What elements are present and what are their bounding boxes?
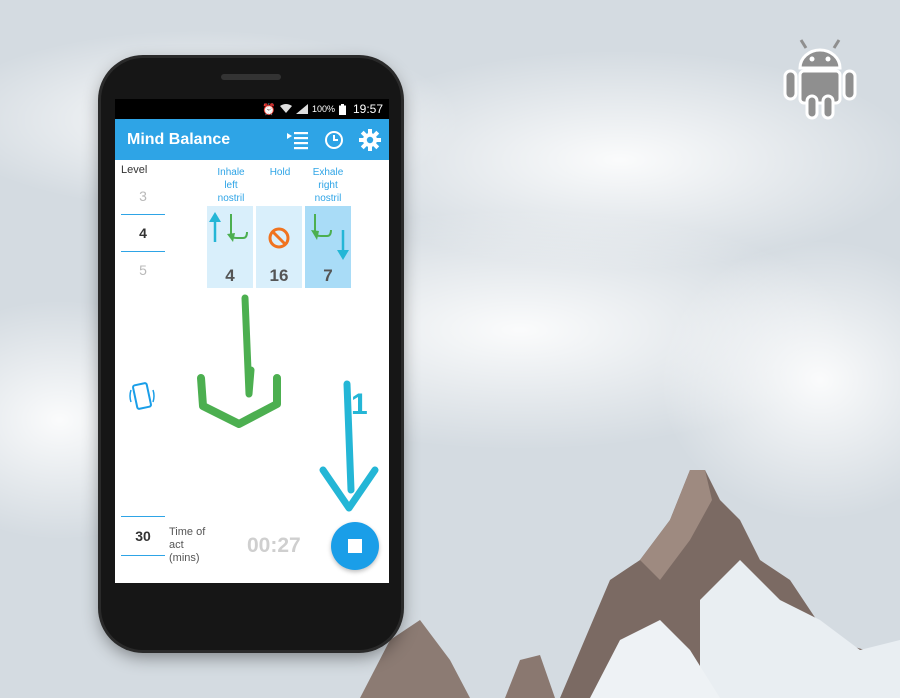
level-item[interactable]: 3 bbox=[121, 178, 165, 214]
phase-value-exhale: 7 bbox=[323, 266, 333, 285]
battery-icon bbox=[338, 103, 346, 115]
time-of-act-picker[interactable]: 30 bbox=[121, 502, 165, 570]
app-bar: Mind Balance bbox=[115, 119, 389, 160]
level-picker[interactable]: 3 4 5 bbox=[121, 178, 165, 288]
phase-box-hold: 16 bbox=[256, 206, 302, 288]
signal-icon bbox=[295, 104, 308, 114]
main-content: Level 3 4 5 Inhale left nostril Hold Exh… bbox=[115, 160, 389, 583]
phase-header-exhale: Exhale right nostril bbox=[312, 167, 344, 204]
phase-value-hold: 16 bbox=[269, 266, 289, 285]
annotation-step-number: 1 bbox=[351, 388, 368, 421]
no-entry-icon bbox=[268, 227, 290, 249]
level-item[interactable]: 5 bbox=[121, 252, 165, 288]
phase-header-inhale: Inhale left nostril bbox=[217, 167, 245, 204]
wifi-icon bbox=[279, 104, 292, 113]
time-wheel-ghost bbox=[121, 502, 165, 516]
phase-box-inhale: 4 bbox=[207, 206, 253, 288]
clock-icon[interactable] bbox=[323, 129, 345, 151]
time-of-act-selected[interactable]: 30 bbox=[121, 516, 165, 556]
level-label: Level bbox=[121, 164, 148, 176]
phone-frame: ⏰ 100% 19:57 Mind Balance Level 3 4 5 In… bbox=[101, 58, 401, 650]
green-arrow-annotation-icon bbox=[197, 294, 281, 428]
vibrate-icon[interactable] bbox=[129, 380, 155, 412]
status-bar: ⏰ 100% 19:57 bbox=[115, 99, 389, 119]
blue-arrow-annotation-icon bbox=[319, 380, 379, 512]
stop-button[interactable] bbox=[331, 522, 379, 570]
phone-screen: ⏰ 100% 19:57 Mind Balance Level 3 4 5 In… bbox=[115, 99, 389, 583]
status-time: 19:57 bbox=[352, 102, 383, 116]
android-logo-icon bbox=[783, 39, 857, 120]
level-item-selected[interactable]: 4 bbox=[121, 214, 165, 252]
list-icon[interactable] bbox=[287, 129, 309, 151]
time-wheel-ghost bbox=[121, 556, 165, 570]
elapsed-timer: 00:27 bbox=[247, 534, 301, 557]
phone-speaker bbox=[221, 74, 281, 80]
stop-icon bbox=[348, 539, 362, 553]
phase-value-inhale: 4 bbox=[225, 266, 235, 285]
inhale-left-icon bbox=[209, 212, 248, 242]
app-title: Mind Balance bbox=[127, 130, 231, 148]
phase-header-hold: Hold bbox=[269, 167, 291, 178]
exhale-right-icon bbox=[311, 214, 349, 260]
alarm-icon: ⏰ bbox=[262, 103, 276, 116]
phase-box-exhale: 7 bbox=[305, 206, 351, 288]
time-of-act-label: Time of act (mins) bbox=[169, 526, 206, 564]
battery-percent: 100% bbox=[311, 104, 335, 114]
gear-icon[interactable] bbox=[359, 128, 381, 151]
